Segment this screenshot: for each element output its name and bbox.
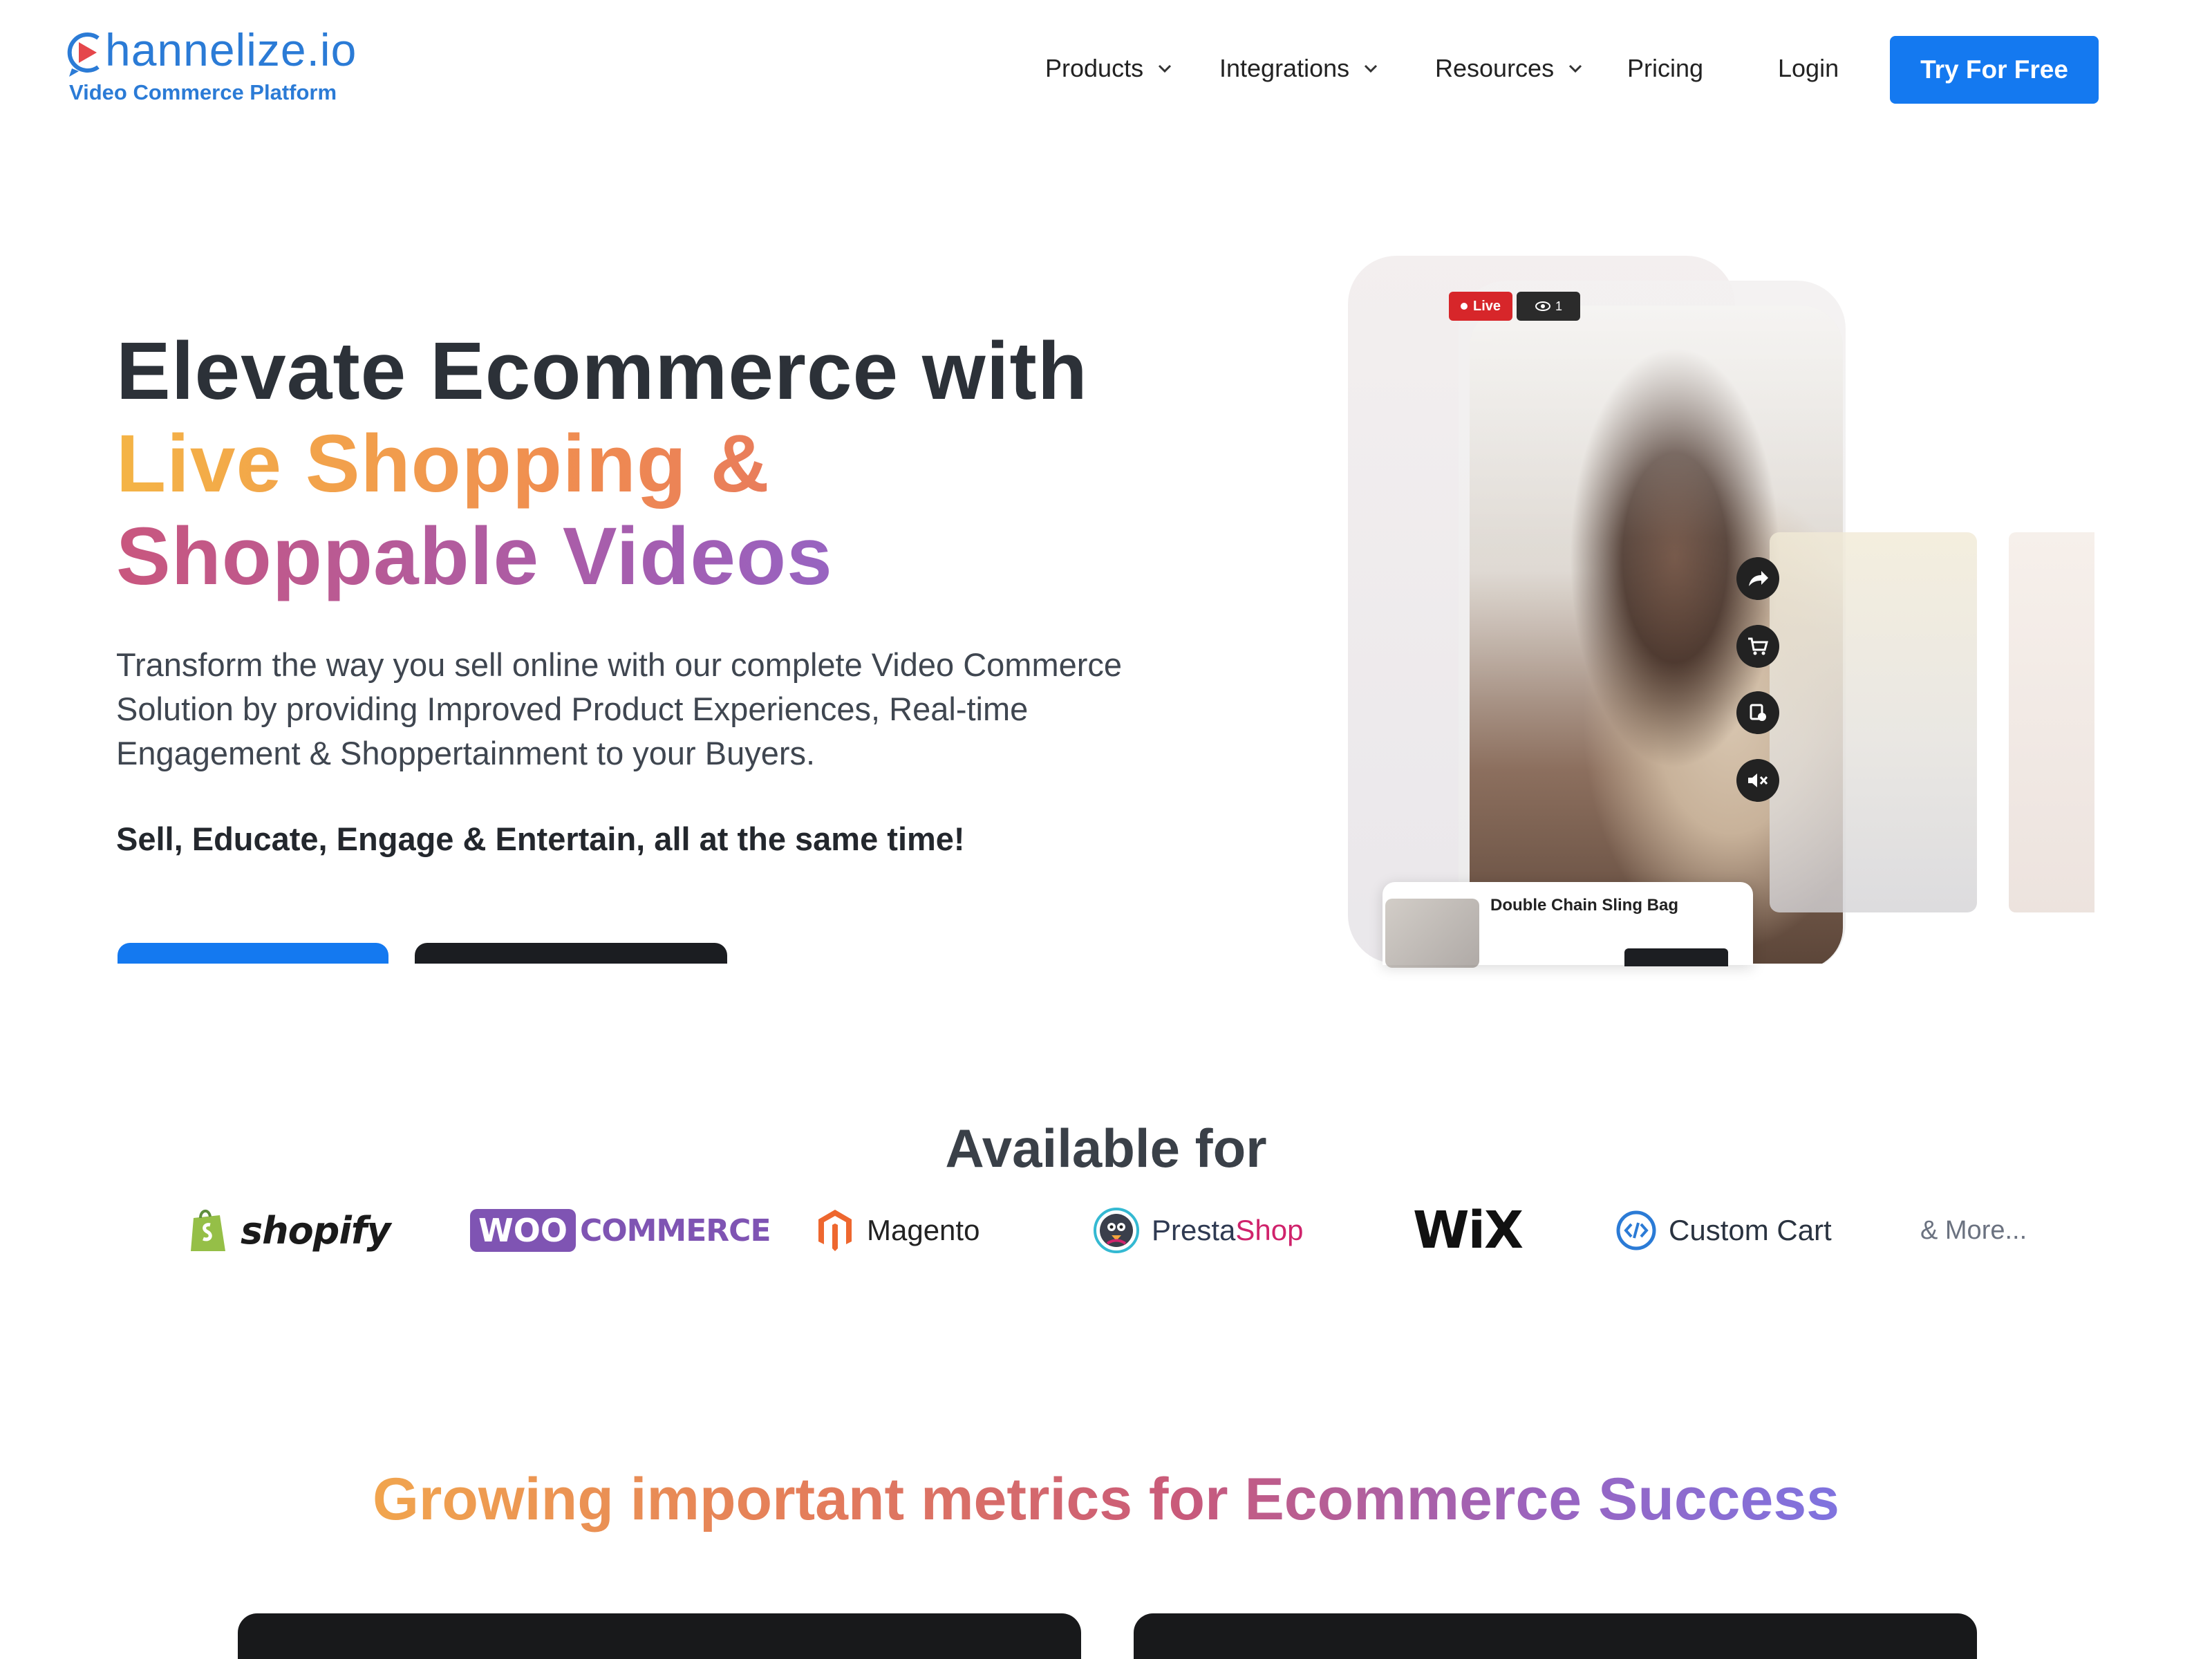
video-thumbnail [2009,532,2094,912]
platform-prestashop[interactable]: PrestaShop [1094,1196,1303,1265]
nav-pricing-label: Pricing [1627,54,1704,82]
nav-pricing[interactable]: Pricing [1627,37,1703,100]
nav-integrations-label: Integrations [1219,54,1350,82]
hero-title-line-3: Shoppable Videos [116,510,1194,603]
platform-woocommerce-label: COMMERCE [579,1212,771,1248]
code-icon [1616,1210,1656,1250]
platform-more[interactable]: & More... [1920,1196,2027,1265]
nav-products-label: Products [1045,54,1144,82]
nav-products[interactable]: Products [1045,37,1172,100]
live-badge: Live [1449,292,1512,321]
hero-primary-button[interactable] [118,943,388,964]
platform-magento-label: Magento [867,1214,980,1246]
wishlist-icon[interactable] [1736,691,1779,734]
platform-shopify[interactable]: shopify [188,1196,391,1265]
hero-secondary-button[interactable] [415,943,727,964]
platform-magento[interactable]: Magento [816,1196,980,1265]
chevron-down-icon [1365,64,1378,73]
hero-tagline: Sell, Educate, Engage & Entertain, all a… [116,821,965,857]
try-for-free-button[interactable]: Try For Free [1890,36,2099,104]
shopify-bag-icon [191,1210,225,1251]
prestashop-icon [1094,1208,1139,1253]
live-label: Live [1472,298,1501,314]
chevron-down-icon [1569,64,1582,73]
available-for-title: Available for [945,1118,1267,1179]
main-nav: Products Integrations Resources Pricing … [0,37,2212,100]
platform-wix[interactable]: WiX [1413,1196,1524,1265]
hero-title: Elevate Ecommerce with Live Shopping & S… [116,325,1194,603]
live-dot-icon [1460,303,1468,310]
product-image [1385,899,1479,968]
metric-card [1134,1613,1977,1659]
hero-title-line-2: Live Shopping & [116,418,1194,510]
viewer-count: 1 [1555,299,1562,313]
platform-woocommerce[interactable]: WOO COMMERCE [470,1196,771,1265]
nav-resources[interactable]: Resources [1435,37,1583,100]
hero-title-line-1: Elevate Ecommerce with [116,326,1088,417]
product-name: Double Chain Sling Bag [1490,896,1679,915]
share-icon[interactable] [1736,557,1779,600]
metrics-title: Growing important metrics for Ecommerce … [0,1465,2212,1534]
chevron-down-icon [1159,64,1172,73]
wix-logo: WiX [1413,1201,1524,1260]
platform-shopify-label: shopify [241,1208,391,1253]
nav-login[interactable]: Login [1778,37,1839,100]
viewer-count-badge: 1 [1517,292,1580,321]
platform-prestashop-label: PrestaShop [1152,1214,1304,1246]
platform-custom-cart-label: Custom Cart [1669,1214,1832,1246]
video-thumbnail [1770,532,1977,912]
metric-card [238,1613,1081,1659]
nav-login-label: Login [1778,54,1839,82]
product-action-button[interactable] [1624,948,1728,966]
metrics-title-text: Growing important metrics for Ecommerce … [373,1466,1839,1533]
nav-resources-label: Resources [1435,54,1555,82]
woocommerce-logo: WOO [470,1209,576,1252]
mute-icon[interactable] [1736,759,1779,802]
hero-description: Transform the way you sell online with o… [116,646,1123,771]
hero-phone-mockup [1293,256,2101,964]
nav-integrations[interactable]: Integrations [1219,37,1378,100]
platform-custom-cart[interactable]: Custom Cart [1616,1196,1832,1265]
magento-icon [818,1210,852,1251]
eye-icon [1535,301,1550,311]
platform-more-label: & More... [1920,1215,2027,1245]
cart-icon[interactable] [1736,625,1779,668]
